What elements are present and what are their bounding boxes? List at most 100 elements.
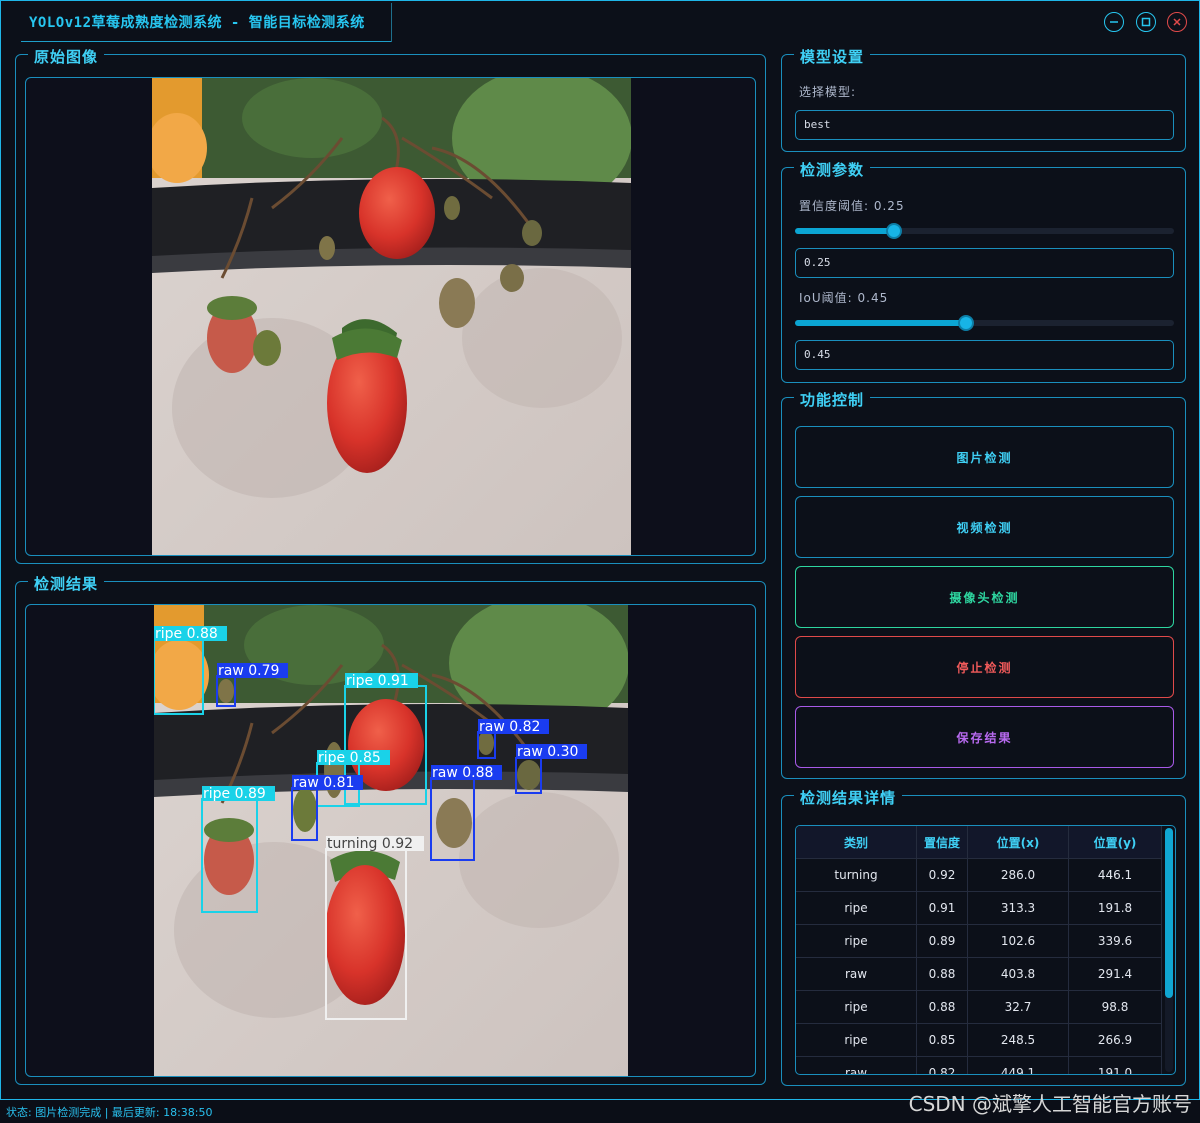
- iou-slider-handle[interactable]: [958, 315, 974, 331]
- table-scrollbar[interactable]: [1165, 828, 1173, 1072]
- title-bar: YOLOv12草莓成熟度检测系统 - 智能目标检测系统: [1, 1, 1199, 43]
- conf-slider-fill: [795, 228, 894, 234]
- details-panel: 检测结果详情 类别 置信度 位置(x) 位置(y) turning 0.92 286…: [781, 787, 1186, 1086]
- cell-pos-x: 449.1: [967, 1056, 1069, 1074]
- result-image-panel: 检测结果 ripe 0.88 raw 0.79 ripe 0.91 raw 0.…: [15, 573, 766, 1085]
- maximize-button[interactable]: [1136, 12, 1156, 32]
- cell-pos-x: 102.6: [967, 924, 1069, 958]
- status-text: 状态: 图片检测完成 | 最后更新: 18:38:50: [6, 1106, 213, 1119]
- cell-confidence: 0.91: [916, 891, 968, 925]
- result-image-frame: ripe 0.88 raw 0.79 ripe 0.91 raw 0.82 ra…: [25, 604, 756, 1077]
- cell-pos-y: 98.8: [1068, 990, 1162, 1024]
- strawberry-photo: [152, 78, 631, 555]
- original-image-title: 原始图像: [28, 46, 105, 67]
- cell-pos-x: 286.0: [967, 858, 1069, 892]
- save-results-button[interactable]: 保存结果: [795, 706, 1174, 768]
- detection-label: raw 0.30: [517, 744, 578, 760]
- details-title: 检测结果详情: [794, 787, 903, 808]
- cell-pos-y: 446.1: [1068, 858, 1162, 892]
- details-table-frame: 类别 置信度 位置(x) 位置(y) turning 0.92 286.0 446.1…: [795, 825, 1176, 1075]
- detection-label: raw 0.82: [479, 719, 540, 735]
- image-detect-button[interactable]: 图片检测: [795, 426, 1174, 488]
- table-scrollbar-thumb[interactable]: [1165, 828, 1173, 998]
- cell-pos-y: 291.4: [1068, 957, 1162, 991]
- conf-slider-handle[interactable]: [886, 223, 902, 239]
- minimize-button[interactable]: [1104, 12, 1124, 32]
- detection-label: ripe 0.91: [346, 673, 409, 689]
- detection-label: ripe 0.89: [203, 786, 266, 802]
- detect-params-title: 检测参数: [794, 159, 871, 180]
- original-image: [152, 78, 631, 555]
- detection-label: raw 0.81: [293, 775, 354, 791]
- cell-confidence: 0.82: [916, 1056, 968, 1074]
- cell-pos-x: 32.7: [967, 990, 1069, 1024]
- detect-params-panel: 检测参数 置信度阈值: 0.25 0.25 IoU阈值: 0.45 0.45: [781, 159, 1186, 383]
- original-image-panel: 原始图像: [15, 46, 766, 564]
- cell-class: raw: [796, 1056, 917, 1074]
- detection-label: raw 0.79: [218, 663, 279, 679]
- cell-class: ripe: [796, 924, 917, 958]
- detection-label: ripe 0.88: [155, 626, 218, 642]
- model-settings-title: 模型设置: [794, 46, 871, 67]
- table-row[interactable]: ripe 0.91 313.3 191.8: [796, 891, 1162, 925]
- details-table: 类别 置信度 位置(x) 位置(y) turning 0.92 286.0 446.1…: [796, 826, 1162, 1074]
- controls-panel: 功能控制 图片检测 视频检测 摄像头检测 停止检测 保存结果: [781, 389, 1186, 779]
- title-underline: [21, 41, 391, 42]
- cell-confidence: 0.88: [916, 957, 968, 991]
- original-image-frame: [25, 77, 756, 556]
- strawberry-detections-photo: ripe 0.88 raw 0.79 ripe 0.91 raw 0.82 ra…: [154, 605, 628, 1076]
- controls-title: 功能控制: [794, 389, 871, 410]
- model-select-label: 选择模型:: [799, 85, 857, 99]
- close-button[interactable]: [1167, 12, 1187, 32]
- result-image: ripe 0.88 raw 0.79 ripe 0.91 raw 0.82 ra…: [154, 605, 628, 1076]
- cell-class: turning: [796, 858, 917, 892]
- conf-threshold-slider[interactable]: [795, 223, 1174, 239]
- cell-class: ripe: [796, 990, 917, 1024]
- iou-threshold-slider[interactable]: [795, 315, 1174, 331]
- cell-pos-y: 191.0: [1068, 1056, 1162, 1074]
- conf-threshold-input[interactable]: 0.25: [795, 248, 1174, 278]
- cell-confidence: 0.89: [916, 924, 968, 958]
- app-window: YOLOv12草莓成熟度检测系统 - 智能目标检测系统 原始图像 检测结果 ri…: [0, 0, 1200, 1100]
- title-separator: [391, 3, 392, 42]
- cell-pos-y: 339.6: [1068, 924, 1162, 958]
- header-class[interactable]: 类别: [796, 826, 917, 859]
- cell-class: ripe: [796, 891, 917, 925]
- result-image-title: 检测结果: [28, 573, 105, 594]
- video-detect-button[interactable]: 视频检测: [795, 496, 1174, 558]
- cell-confidence: 0.92: [916, 858, 968, 892]
- iou-threshold-label: IoU阈值: 0.45: [799, 291, 889, 305]
- iou-slider-fill: [795, 320, 966, 326]
- maximize-icon: [1141, 17, 1151, 27]
- header-confidence[interactable]: 置信度: [916, 826, 968, 859]
- cell-pos-x: 403.8: [967, 957, 1069, 991]
- table-row[interactable]: turning 0.92 286.0 446.1: [796, 858, 1162, 892]
- watermark: CSDN @斌擎人工智能官方账号: [908, 1092, 1192, 1116]
- stop-detect-button[interactable]: 停止检测: [795, 636, 1174, 698]
- header-pos-y[interactable]: 位置(y): [1068, 826, 1162, 859]
- iou-threshold-input[interactable]: 0.45: [795, 340, 1174, 370]
- cell-confidence: 0.85: [916, 1023, 968, 1057]
- cell-confidence: 0.88: [916, 990, 968, 1024]
- cell-class: ripe: [796, 1023, 917, 1057]
- table-row[interactable]: ripe 0.88 32.7 98.8: [796, 990, 1162, 1024]
- camera-detect-button[interactable]: 摄像头检测: [795, 566, 1174, 628]
- conf-threshold-label: 置信度阈值: 0.25: [799, 199, 905, 213]
- detection-label: raw 0.88: [432, 765, 493, 781]
- cell-pos-y: 191.8: [1068, 891, 1162, 925]
- model-select[interactable]: best: [795, 110, 1174, 140]
- header-pos-x[interactable]: 位置(x): [967, 826, 1069, 859]
- minimize-icon: [1110, 21, 1118, 23]
- cell-class: raw: [796, 957, 917, 991]
- table-row[interactable]: raw 0.88 403.8 291.4: [796, 957, 1162, 991]
- close-icon: [1173, 18, 1181, 26]
- table-row[interactable]: ripe 0.89 102.6 339.6: [796, 924, 1162, 958]
- model-settings-panel: 模型设置 选择模型: best: [781, 46, 1186, 152]
- window-title: YOLOv12草莓成熟度检测系统 - 智能目标检测系统: [29, 15, 365, 31]
- cell-pos-x: 248.5: [967, 1023, 1069, 1057]
- cell-pos-x: 313.3: [967, 891, 1069, 925]
- table-row[interactable]: raw 0.82 449.1 191.0: [796, 1056, 1162, 1074]
- detection-label: turning 0.92: [327, 836, 413, 852]
- detection-label: ripe 0.85: [318, 750, 381, 766]
- table-row[interactable]: ripe 0.85 248.5 266.9: [796, 1023, 1162, 1057]
